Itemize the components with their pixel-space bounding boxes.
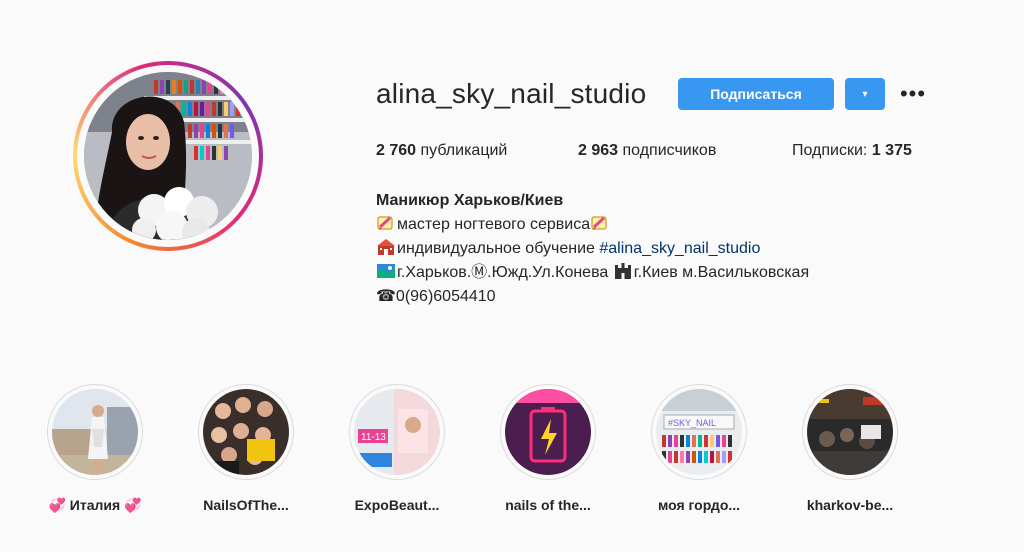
highlight-nailsofthe-icon	[203, 389, 289, 475]
nail-polish-icon	[377, 216, 393, 230]
bio-line-3: г.Харьков.Ⓜ.Южд.Ул.Конева г.Киев м.Васил…	[376, 261, 809, 285]
bio-line-2: индивидуальное обучение #alina_sky_nail_…	[376, 237, 809, 261]
highlight-ring	[47, 384, 143, 480]
highlight-label: kharkov-be...	[806, 497, 894, 513]
bio-line-3b-text: г.Киев м.Васильковская	[633, 264, 810, 281]
highlight-ring: #SKY_NAIL	[651, 384, 747, 480]
castle-icon	[614, 263, 631, 279]
posts-count-value: 2 760	[376, 142, 417, 159]
highlight-expobeauty-icon: 11-13	[354, 389, 440, 475]
svg-text:#SKY_NAIL: #SKY_NAIL	[668, 418, 716, 428]
bio-line-1-text: мастер ногтевого сервиса	[397, 216, 591, 233]
highlight-italy-icon	[52, 389, 138, 475]
more-dots-icon: •••	[899, 81, 927, 106]
highlight-item[interactable]: 💞 Италия 💞	[30, 384, 160, 514]
highlight-item[interactable]: kharkov-be...	[785, 384, 915, 513]
profile-username: alina_sky_nail_studio	[376, 78, 647, 109]
bio-line-2-text: индивидуальное обучение	[397, 240, 600, 257]
posts-count-label: публикаций	[420, 142, 508, 159]
school-icon	[377, 239, 395, 255]
following-count-value: 1 375	[871, 142, 912, 159]
highlight-ring	[500, 384, 596, 480]
map-icon	[377, 264, 395, 278]
highlight-ring	[198, 384, 294, 480]
profile-bio: Маникюр Харьков/Киев мастер ногтевого се…	[376, 189, 809, 309]
bio-line-3-text: г.Харьков.Ⓜ.Южд.Ул.Конева	[397, 264, 613, 281]
highlight-label: nails of the...	[505, 497, 591, 513]
highlight-label: моя гордо...	[657, 497, 741, 513]
avatar[interactable]	[84, 72, 252, 240]
highlight-item[interactable]: 11-13 ExpoBeaut...	[332, 384, 462, 513]
highlight-pride-icon: #SKY_NAIL	[656, 389, 742, 475]
following-link[interactable]: Подписки: 1 375	[792, 142, 912, 160]
highlight-item[interactable]: NailsOfThe...	[181, 384, 311, 513]
followers-link[interactable]: 2 963 подписчиков	[578, 142, 716, 160]
profile-avatar-story-ring[interactable]	[73, 61, 263, 251]
highlight-ring	[802, 384, 898, 480]
suggestions-dropdown-button[interactable]: ▾	[845, 78, 885, 110]
bio-line-1: мастер ногтевого сервиса	[376, 213, 809, 237]
nail-polish-icon	[591, 216, 607, 230]
highlight-kharkov-icon	[807, 389, 893, 475]
more-options-button[interactable]: •••	[898, 80, 928, 108]
avatar-gap	[77, 65, 259, 247]
followers-count-value: 2 963	[578, 142, 619, 159]
highlight-label: NailsOfThe...	[203, 497, 289, 513]
avatar-photo	[84, 72, 252, 240]
highlight-item[interactable]: nails of the...	[483, 384, 613, 513]
highlight-item[interactable]: #SKY_NAIL моя гордо...	[634, 384, 764, 513]
bio-hashtag-link[interactable]: #alina_sky_nail_studio	[599, 240, 760, 257]
highlight-ring: 11-13	[349, 384, 445, 480]
bio-full-name: Маникюр Харьков/Киев	[376, 192, 564, 209]
svg-text:11-13: 11-13	[361, 432, 386, 443]
highlight-nailsoftheday-icon	[505, 389, 591, 475]
chevron-down-icon: ▾	[862, 88, 868, 100]
followers-count-label: подписчиков	[622, 142, 717, 159]
highlight-label: ExpoBeaut...	[354, 497, 440, 513]
story-highlights: 💞 Италия 💞 NailsOfThe... 11-13 ExpoBeaut…	[0, 384, 1024, 524]
profile-page: alina_sky_nail_studio Подписаться ▾ ••• …	[0, 0, 1024, 552]
following-label: Подписки:	[792, 142, 868, 159]
highlight-label: 💞 Италия 💞	[48, 497, 142, 513]
posts-count: 2 760 публикаций	[376, 142, 507, 160]
follow-button[interactable]: Подписаться	[678, 78, 834, 110]
bio-line-4: ☎0(96)6054410	[376, 288, 496, 305]
